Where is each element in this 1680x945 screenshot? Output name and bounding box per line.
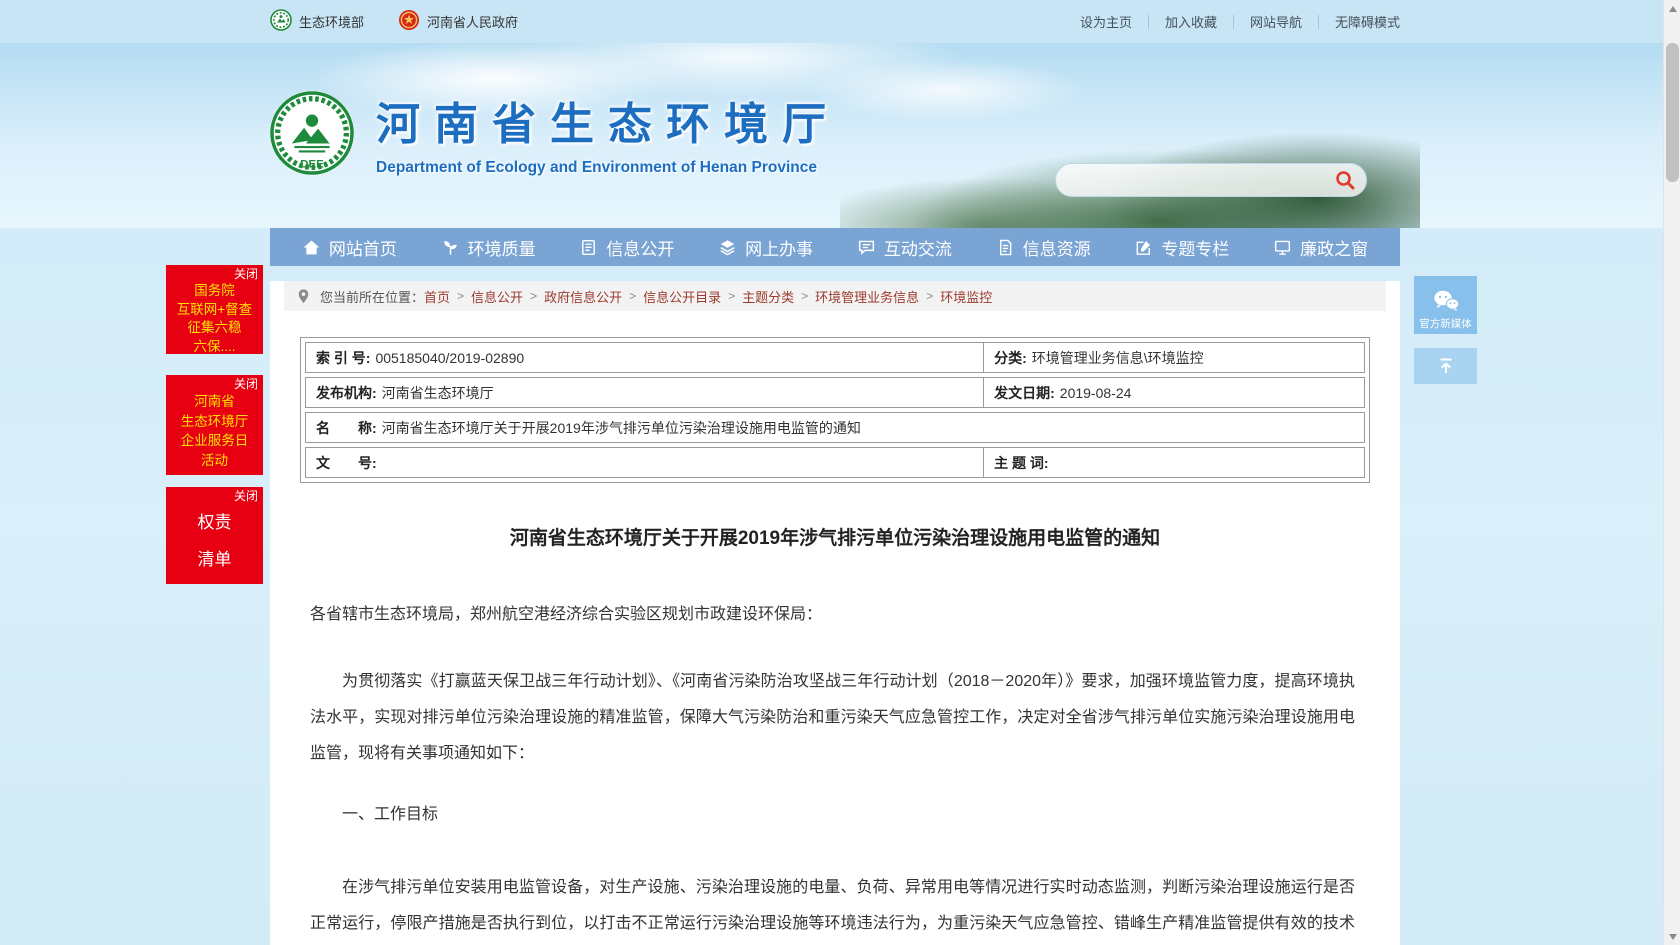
crumb-topic-category[interactable]: 主题分类	[742, 287, 794, 306]
site-brand[interactable]: DEE 河南省生态环境厅 Department of Ecology and E…	[268, 88, 840, 177]
table-row-agency-date: 发布机构: 河南省生态环境厅 发文日期: 2019-08-24	[305, 377, 1365, 408]
site-search	[1055, 163, 1367, 197]
set-homepage-link[interactable]: 设为主页	[1080, 12, 1132, 31]
link-henan-gov[interactable]: 河南省人民政府	[398, 9, 518, 34]
site-map-link[interactable]: 网站导航	[1250, 12, 1302, 31]
link-ministry-ecology-label: 生态环境部	[299, 12, 364, 31]
table-row-docno-keywords: 文 号: 主 题 词:	[305, 447, 1365, 478]
nav-item-interaction[interactable]: 互动交流	[857, 235, 952, 260]
home-icon	[302, 238, 321, 257]
divider	[1148, 15, 1149, 29]
link-ministry-ecology[interactable]: 生态环境部	[270, 9, 364, 34]
sprout-icon	[441, 238, 460, 257]
article-paragraph: 为贯彻落实《打赢蓝天保卫战三年行动计划》、《河南省污染防治攻坚战三年行动计划（2…	[310, 664, 1355, 772]
monitor-icon	[1273, 238, 1292, 257]
index-number-label: 索 引 号:	[316, 348, 370, 368]
back-to-top-icon	[1436, 356, 1456, 376]
mee-emblem-icon	[270, 9, 292, 34]
crumb-env-mgmt-info[interactable]: 环境管理业务信息	[815, 287, 919, 306]
keywords-label: 主 题 词:	[994, 453, 1048, 473]
breadcrumb: 您当前所在位置： 首页 > 信息公开 > 政府信息公开 > 信息公开目录 > 主…	[284, 281, 1386, 311]
table-row-index-category: 索 引 号: 005185040/2019-02890 分类: 环境管理业务信息…	[305, 342, 1365, 373]
index-number-value: 005185040/2019-02890	[375, 350, 524, 366]
back-to-top-button[interactable]	[1414, 348, 1477, 384]
site-title: 河南省生态环境厅	[376, 88, 840, 152]
close-button[interactable]: 关闭	[166, 375, 263, 392]
edit-icon	[1134, 238, 1153, 257]
crumb-home[interactable]: 首页	[424, 287, 450, 306]
crumb-env-monitoring[interactable]: 环境监控	[940, 287, 992, 306]
float-notice-service-day[interactable]: 关闭 河南省 生态环境厅 企业服务日 活动	[166, 375, 263, 475]
crumb-info-disclosure[interactable]: 信息公开	[471, 287, 523, 306]
divider	[1233, 15, 1234, 29]
crumb-info-catalog[interactable]: 信息公开目录	[643, 287, 721, 306]
doc-name-label: 名 称:	[316, 418, 377, 438]
table-row-name: 名 称: 河南省生态环境厅关于开展2019年涉气排污单位污染治理设施用电监管的通…	[305, 412, 1365, 443]
crumb-gov-info[interactable]: 政府信息公开	[544, 287, 622, 306]
official-media-label: 官方新媒体	[1419, 316, 1472, 331]
dee-logo-icon: DEE	[268, 89, 356, 177]
scrollbar-down-arrow[interactable]	[1664, 928, 1680, 945]
category-label: 分类:	[994, 348, 1027, 368]
book-icon	[579, 238, 598, 257]
document-icon	[996, 238, 1015, 257]
nav-item-info-resources[interactable]: 信息资源	[996, 235, 1091, 260]
close-button[interactable]: 关闭	[166, 487, 263, 504]
nav-item-info-disclosure[interactable]: 信息公开	[579, 235, 674, 260]
breadcrumb-prefix: 您当前所在位置：	[320, 287, 424, 306]
wechat-icon	[1432, 288, 1460, 314]
doc-name-value: 河南省生态环境厅关于开展2019年涉气排污单位污染治理设施用电监管的通知	[382, 418, 861, 438]
issue-date-label: 发文日期:	[994, 383, 1055, 403]
chat-icon	[857, 238, 876, 257]
add-favorite-link[interactable]: 加入收藏	[1165, 12, 1217, 31]
nav-item-special-topics[interactable]: 专题专栏	[1134, 235, 1229, 260]
doc-info-table: 索 引 号: 005185040/2019-02890 分类: 环境管理业务信息…	[300, 337, 1370, 483]
scrollbar-thumb[interactable]	[1666, 43, 1679, 182]
nav-item-env-quality[interactable]: 环境质量	[441, 235, 536, 260]
layers-icon	[718, 238, 737, 257]
scrollbar[interactable]	[1663, 0, 1680, 945]
divider	[1318, 15, 1319, 29]
nav-item-home[interactable]: 网站首页	[302, 235, 397, 260]
link-henan-gov-label: 河南省人民政府	[427, 12, 518, 31]
category-value: 环境管理业务信息\环境监控	[1032, 348, 1204, 368]
search-input[interactable]	[1070, 164, 1330, 196]
doc-number-label: 文 号:	[316, 453, 377, 473]
scrollbar-up-arrow[interactable]	[1664, 0, 1680, 17]
agency-label: 发布机构:	[316, 383, 377, 403]
search-icon	[1334, 169, 1356, 191]
top-utility-bar: 生态环境部 河南省人民政府 设为主页 加入收藏	[0, 0, 1680, 43]
nav-item-integrity-window[interactable]: 廉政之窗	[1273, 235, 1368, 260]
close-button[interactable]: 关闭	[166, 265, 263, 282]
main-nav: 网站首页 环境质量 信息公开 网上办事	[270, 228, 1400, 266]
national-emblem-icon	[398, 9, 420, 34]
search-button[interactable]	[1330, 165, 1360, 195]
article-section-heading: 一、工作目标	[310, 800, 1355, 830]
issue-date-value: 2019-08-24	[1060, 385, 1132, 401]
float-notice-guowuyuan[interactable]: 关闭 国务院 互联网+督查 征集六稳 六保....	[166, 265, 263, 354]
content-area: 您当前所在位置： 首页 > 信息公开 > 政府信息公开 > 信息公开目录 > 主…	[270, 281, 1400, 945]
logo-dee-text: DEE	[300, 158, 324, 170]
nav-item-online-services[interactable]: 网上办事	[718, 235, 813, 260]
article-title: 河南省生态环境厅关于开展2019年涉气排污单位污染治理设施用电监管的通知	[270, 523, 1400, 550]
article-paragraph: 在涉气排污单位安装用电监管设备，对生产设施、污染治理设施的电量、负荷、异常用电等…	[310, 870, 1355, 945]
page: 生态环境部 河南省人民政府 设为主页 加入收藏	[0, 0, 1680, 945]
site-banner: DEE 河南省生态环境厅 Department of Ecology and E…	[0, 43, 1680, 228]
float-notice-power-list[interactable]: 关闭 权责 清单	[166, 487, 263, 584]
location-pin-icon	[296, 288, 311, 305]
accessibility-link[interactable]: 无障碍模式	[1335, 12, 1400, 31]
banner-scenery	[840, 95, 1420, 228]
article-salutation: 各省辖市生态环境局，郑州航空港经济综合实验区规划市政建设环保局：	[310, 602, 1355, 628]
site-title-english: Department of Ecology and Environment of…	[376, 159, 840, 177]
agency-value: 河南省生态环境厅	[382, 383, 494, 403]
official-media-widget[interactable]: 官方新媒体	[1414, 276, 1477, 334]
article-body: 各省辖市生态环境局，郑州航空港经济综合实验区规划市政建设环保局： 为贯彻落实《打…	[270, 602, 1400, 945]
